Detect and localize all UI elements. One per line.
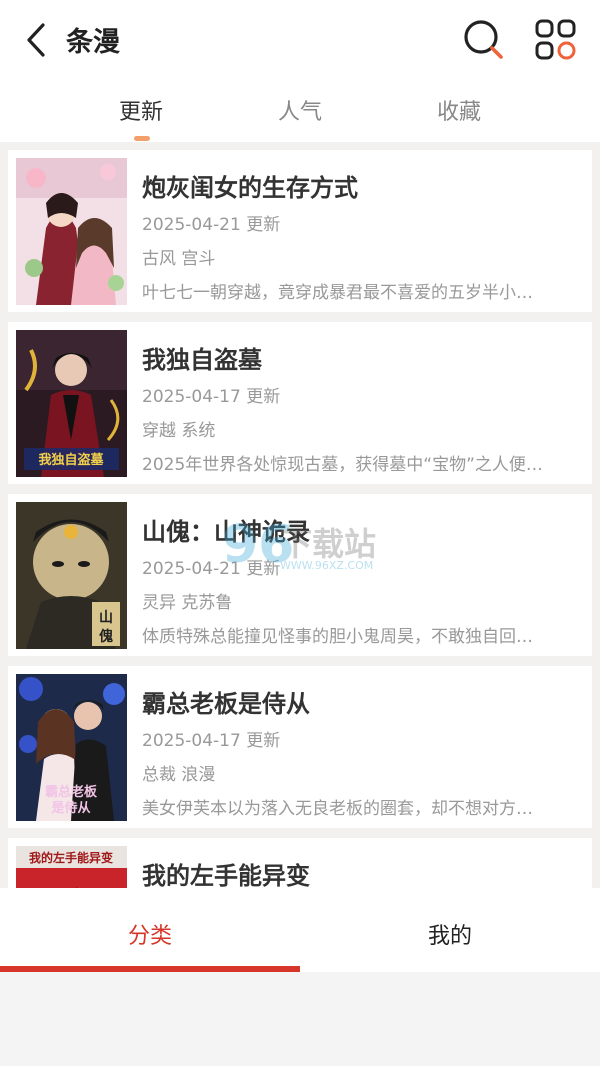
comic-tags: 灵异 克苏鲁 bbox=[142, 593, 233, 613]
site-watermark: 96 下载站 WWW.96XZ.COM bbox=[222, 515, 392, 579]
nav-item-category[interactable]: 分类 bbox=[0, 918, 300, 950]
comic-cover-image[interactable]: 我的左手能异变 bbox=[16, 846, 127, 888]
comic-title: 我独自盗墓 bbox=[142, 346, 262, 374]
comic-description: 美女伊芙本以为落入无良老板的圈套，却不想对方… bbox=[142, 799, 533, 819]
grid-menu-button[interactable] bbox=[532, 16, 580, 64]
search-icon bbox=[464, 20, 503, 59]
grid-apps-icon bbox=[535, 19, 576, 60]
comic-tags: 穿越 系统 bbox=[142, 421, 216, 441]
page-title: 条漫 bbox=[66, 27, 120, 58]
comic-cover-image[interactable]: 霸总老板 是侍从 bbox=[16, 674, 127, 821]
svg-text:霸总老板: 霸总老板 bbox=[45, 784, 98, 800]
comic-cover-image[interactable]: 我独自盗墓 bbox=[16, 330, 127, 477]
comic-update-date: 2025-04-21 更新 bbox=[142, 215, 281, 235]
bottom-navigation: 分类 我的 bbox=[0, 888, 600, 972]
comic-card[interactable]: 霸总老板 是侍从 霸总老板是侍从 2025-04-17 更新 总裁 浪漫 美女伊… bbox=[8, 666, 592, 828]
comic-update-date: 2025-04-17 更新 bbox=[142, 387, 281, 407]
comic-description: 体质特殊总能撞见怪事的胆小鬼周昊，不敢独自回… bbox=[142, 627, 533, 647]
app-header: 条漫 bbox=[0, 0, 600, 80]
comic-title: 霸总老板是侍从 bbox=[142, 690, 310, 718]
svg-text:傀: 傀 bbox=[99, 628, 113, 645]
tab-update[interactable]: 更新 bbox=[86, 94, 196, 126]
back-button[interactable] bbox=[18, 18, 54, 62]
chevron-left-icon bbox=[27, 23, 45, 57]
tab-popular[interactable]: 人气 bbox=[245, 94, 355, 126]
svg-text:山: 山 bbox=[99, 610, 113, 626]
tab-favorites[interactable]: 收藏 bbox=[404, 94, 514, 126]
comic-list[interactable]: 炮灰闺女的生存方式 2025-04-21 更新 古风 宫斗 叶七七一朝穿越，竟穿… bbox=[0, 142, 600, 888]
comic-title: 炮灰闺女的生存方式 bbox=[142, 174, 358, 202]
comic-tags: 古风 宫斗 bbox=[142, 249, 216, 269]
comic-card[interactable]: 炮灰闺女的生存方式 2025-04-21 更新 古风 宫斗 叶七七一朝穿越，竟穿… bbox=[8, 150, 592, 312]
comic-title: 我的左手能异变 bbox=[142, 862, 310, 888]
comic-card[interactable]: 我独自盗墓 我独自盗墓 2025-04-17 更新 穿越 系统 2025年世界各… bbox=[8, 322, 592, 484]
tab-bar: 更新 人气 收藏 bbox=[0, 80, 600, 142]
comic-card[interactable]: 我的左手能异变 我的左手能异变 bbox=[8, 838, 592, 888]
nav-item-mine[interactable]: 我的 bbox=[300, 918, 600, 950]
svg-text:是侍从: 是侍从 bbox=[50, 800, 90, 816]
comic-description: 叶七七一朝穿越，竟穿成暴君最不喜爱的五岁半小… bbox=[142, 283, 533, 303]
comic-cover-image[interactable] bbox=[16, 158, 127, 305]
search-button[interactable] bbox=[460, 16, 506, 62]
comic-update-date: 2025-04-17 更新 bbox=[142, 731, 281, 751]
bottom-blank-area bbox=[0, 972, 600, 1066]
comic-cover-image[interactable]: 山 傀 bbox=[16, 502, 127, 649]
svg-text:我的左手能异变: 我的左手能异变 bbox=[29, 850, 113, 865]
active-tab-indicator bbox=[134, 136, 150, 141]
comic-description: 2025年世界各处惊现古墓，获得墓中“宝物”之人便… bbox=[142, 455, 543, 475]
comic-tags: 总裁 浪漫 bbox=[142, 765, 216, 785]
watermark-url: WWW.96XZ.COM bbox=[280, 559, 374, 572]
svg-text:我独自盗墓: 我独自盗墓 bbox=[38, 452, 104, 468]
